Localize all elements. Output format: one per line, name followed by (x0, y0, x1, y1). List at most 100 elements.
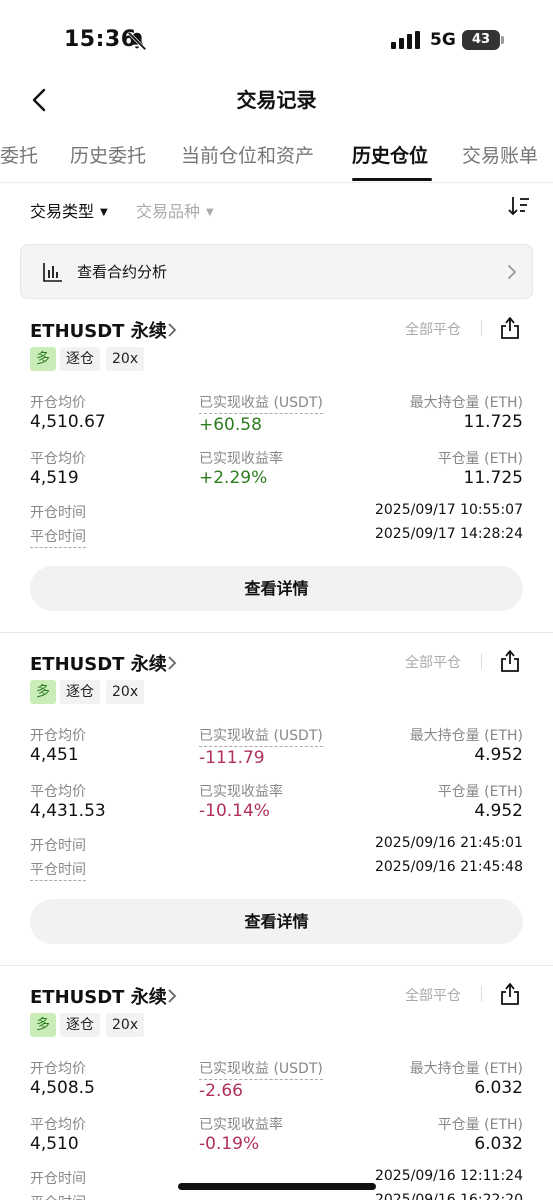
active-tab-indicator (352, 178, 432, 181)
home-indicator[interactable] (178, 1183, 376, 1190)
contract-analysis-link[interactable]: 查看合约分析 (20, 244, 533, 299)
close-time-label[interactable]: 平仓时间 (30, 526, 86, 548)
open-time-value: 2025/09/16 12:11:24 (374, 1168, 523, 1184)
realized-pnl-label[interactable]: 已实现收益 (USDT) (199, 392, 323, 414)
position-symbol[interactable]: ETHUSDT 永续 (30, 983, 167, 1009)
position-card: ETHUSDT 永续 全部平仓 多 逐仓 20x 开仓均价 4,508.5 已实… (0, 965, 553, 1200)
tab-bar: 委托 历史委托 当前仓位和资产 历史仓位 交易账单 (0, 133, 553, 183)
max-position-label: 最大持仓量 (ETH) (409, 1061, 523, 1077)
max-position-value: 6.032 (474, 1078, 523, 1098)
close-time-label[interactable]: 平仓时间 (30, 1192, 86, 1200)
close-qty-label: 平仓量 (ETH) (437, 451, 523, 467)
realized-pnl-label[interactable]: 已实现收益 (USDT) (199, 725, 323, 747)
close-qty-value: 11.725 (463, 468, 523, 488)
open-time-value: 2025/09/17 10:55:07 (374, 502, 523, 518)
tab-trade-bill[interactable]: 交易账单 (462, 141, 538, 168)
open-avg-label: 开仓均价 (30, 395, 86, 411)
realized-pnl-label[interactable]: 已实现收益 (USDT) (199, 1058, 323, 1080)
close-avg-label: 平仓均价 (30, 451, 86, 467)
open-avg-label: 开仓均价 (30, 728, 86, 744)
close-qty-label: 平仓量 (ETH) (437, 784, 523, 800)
battery-icon: 43 (462, 30, 500, 50)
realized-rate-value: +2.29% (199, 468, 268, 488)
filter-instrument[interactable]: 交易品种 ▼ (136, 198, 214, 222)
close-all-button[interactable]: 全部平仓 (405, 319, 461, 339)
open-time-label: 开仓时间 (30, 838, 86, 854)
view-details-button[interactable]: 查看详情 (30, 899, 523, 944)
bar-chart-icon (43, 263, 62, 282)
close-qty-label: 平仓量 (ETH) (437, 1117, 523, 1133)
open-avg-value: 4,508.5 (30, 1078, 95, 1098)
max-position-label: 最大持仓量 (ETH) (409, 395, 523, 411)
close-time-value: 2025/09/16 16:22:20 (374, 1192, 523, 1200)
margin-mode-badge: 逐仓 (60, 680, 100, 704)
filter-trade-type-label: 交易类型 (30, 202, 95, 221)
close-avg-value: 4,431.53 (30, 801, 106, 821)
divider (481, 320, 482, 336)
max-position-label: 最大持仓量 (ETH) (409, 728, 523, 744)
open-avg-label: 开仓均价 (30, 1061, 86, 1077)
realized-pnl-value: -111.79 (199, 748, 265, 768)
filter-trade-type[interactable]: 交易类型 ▼ (30, 198, 108, 222)
tab-order-history[interactable]: 历史委托 (70, 141, 146, 168)
close-qty-value: 4.952 (474, 801, 523, 821)
tab-orders[interactable]: 委托 (0, 141, 38, 168)
realized-rate-value: -0.19% (199, 1134, 260, 1154)
position-symbol[interactable]: ETHUSDT 永续 (30, 650, 167, 676)
close-time-value: 2025/09/16 21:45:48 (374, 859, 523, 875)
chevron-right-icon[interactable] (166, 655, 178, 671)
battery-tip (501, 36, 504, 44)
tab-positions-assets[interactable]: 当前仓位和资产 (181, 141, 314, 168)
chevron-right-icon[interactable] (166, 988, 178, 1004)
open-time-value: 2025/09/16 21:45:01 (374, 835, 523, 851)
leverage-badge: 20x (106, 680, 145, 704)
close-all-button[interactable]: 全部平仓 (405, 985, 461, 1005)
chevron-right-icon (508, 265, 517, 279)
realized-rate-value: -10.14% (199, 801, 270, 821)
bell-muted-icon (127, 31, 147, 51)
divider (481, 986, 482, 1002)
max-position-value: 11.725 (463, 412, 523, 432)
caret-down-icon: ▼ (206, 207, 214, 218)
chevron-right-icon[interactable] (166, 322, 178, 338)
leverage-badge: 20x (106, 347, 145, 371)
realized-rate-label: 已实现收益率 (199, 1117, 283, 1133)
filter-bar: 交易类型 ▼ 交易品种 ▼ (0, 193, 553, 225)
view-details-button[interactable]: 查看详情 (30, 566, 523, 611)
margin-mode-badge: 逐仓 (60, 347, 100, 371)
close-all-button[interactable]: 全部平仓 (405, 652, 461, 672)
side-badge: 多 (30, 347, 56, 371)
realized-rate-label: 已实现收益率 (199, 784, 283, 800)
status-bar: 15:36 5G 43 (0, 0, 553, 80)
position-card: ETHUSDT 永续 全部平仓 多 逐仓 20x 开仓均价 4,510.67 已… (0, 300, 553, 633)
network-type: 5G (430, 30, 456, 50)
share-icon[interactable] (499, 316, 521, 340)
open-avg-value: 4,451 (30, 745, 79, 765)
close-time-value: 2025/09/17 14:28:24 (374, 526, 523, 542)
leverage-badge: 20x (106, 1013, 145, 1037)
position-symbol[interactable]: ETHUSDT 永续 (30, 317, 167, 343)
share-icon[interactable] (499, 982, 521, 1006)
side-badge: 多 (30, 680, 56, 704)
open-time-label: 开仓时间 (30, 505, 86, 521)
position-card: ETHUSDT 永续 全部平仓 多 逐仓 20x 开仓均价 4,451 已实现收… (0, 632, 553, 965)
page-title: 交易记录 (236, 88, 317, 112)
margin-mode-badge: 逐仓 (60, 1013, 100, 1037)
share-icon[interactable] (499, 649, 521, 673)
caret-down-icon: ▼ (100, 207, 108, 218)
close-time-label[interactable]: 平仓时间 (30, 859, 86, 881)
open-time-label: 开仓时间 (30, 1171, 86, 1187)
signal-icon (391, 31, 420, 49)
sort-icon[interactable] (508, 195, 530, 217)
realized-rate-label: 已实现收益率 (199, 451, 283, 467)
max-position-value: 4.952 (474, 745, 523, 765)
nav-header: 交易记录 (0, 80, 553, 120)
tab-position-history[interactable]: 历史仓位 (352, 141, 428, 168)
close-qty-value: 6.032 (474, 1134, 523, 1154)
realized-pnl-value: -2.66 (199, 1081, 243, 1101)
realized-pnl-value: +60.58 (199, 415, 262, 435)
divider (481, 653, 482, 669)
close-avg-label: 平仓均价 (30, 784, 86, 800)
contract-analysis-label: 查看合约分析 (77, 263, 168, 281)
open-avg-value: 4,510.67 (30, 412, 106, 432)
